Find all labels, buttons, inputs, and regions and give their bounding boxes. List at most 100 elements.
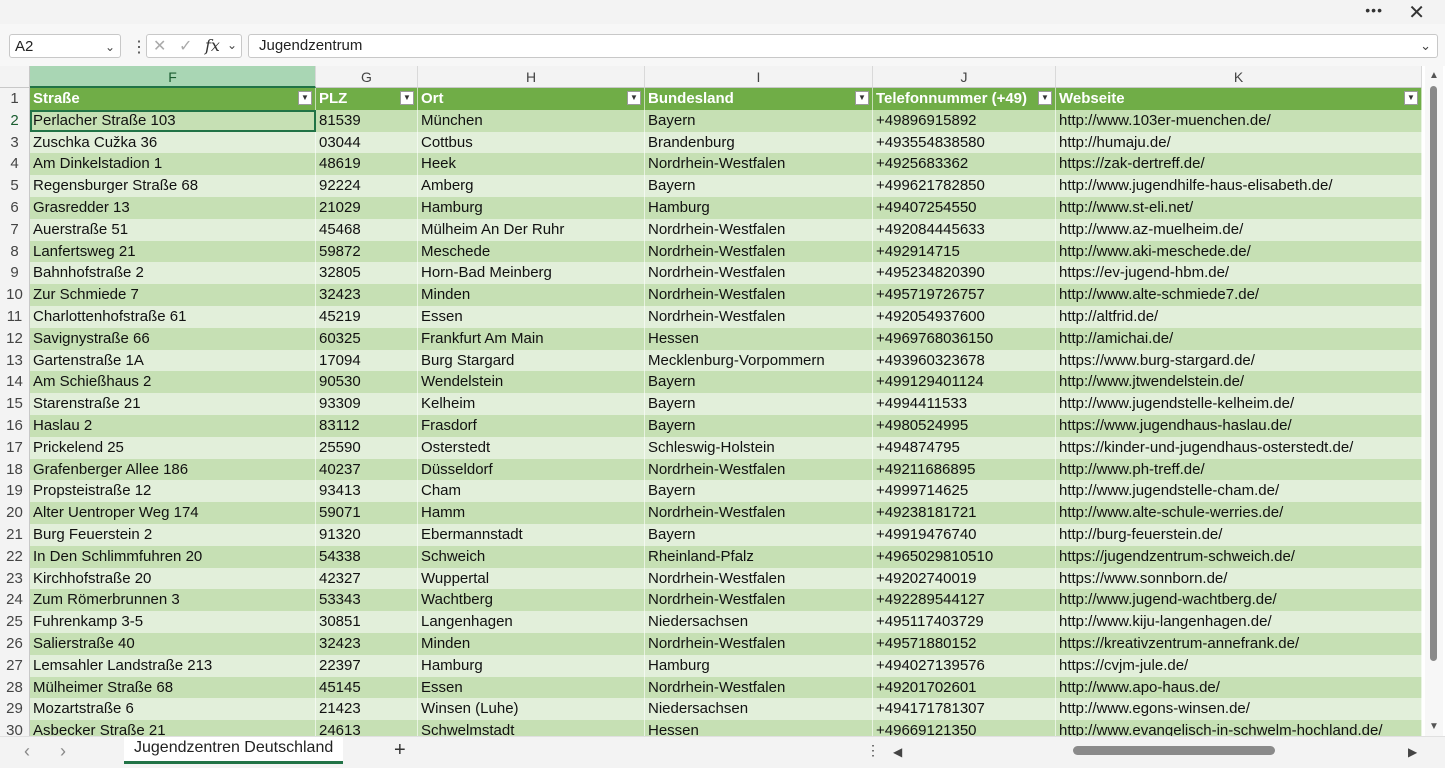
table-cell[interactable]: Hamburg [418, 654, 645, 677]
table-cell[interactable]: Am Schießhaus 2 [30, 371, 316, 394]
table-cell[interactable]: Rheinland-Pfalz [645, 545, 873, 568]
table-cell[interactable]: 59071 [316, 502, 418, 524]
table-cell[interactable]: Frasdorf [418, 415, 645, 437]
table-cell[interactable]: +499621782850 [873, 175, 1056, 197]
table-cell[interactable]: 32423 [316, 284, 418, 306]
table-cell[interactable]: +494171781307 [873, 698, 1056, 721]
table-cell[interactable]: 92224 [316, 175, 418, 197]
table-cell[interactable]: Zuschka Cužka 36 [30, 131, 316, 154]
table-cell[interactable]: Meschede [418, 240, 645, 263]
row-header[interactable]: 25 [0, 611, 30, 633]
table-cell[interactable]: Hamburg [418, 197, 645, 219]
table-cell[interactable]: https://kreativzentrum-annefrank.de/ [1056, 633, 1422, 655]
prev-sheet-icon[interactable]: ‹ [24, 741, 30, 762]
table-cell[interactable]: 48619 [316, 153, 418, 176]
table-cell[interactable]: Bayern [645, 175, 873, 197]
table-cell[interactable]: Charlottenhofstraße 61 [30, 306, 316, 328]
table-cell[interactable]: http://www.evangelisch-in-schwelm-hochla… [1056, 720, 1422, 736]
table-cell[interactable]: +492289544127 [873, 589, 1056, 612]
more-vertical-icon[interactable]: ⋮ [131, 37, 147, 57]
table-cell[interactable]: https://cvjm-jule.de/ [1056, 654, 1422, 677]
table-cell[interactable]: Mozartstraße 6 [30, 698, 316, 721]
table-cell[interactable]: Bahnhofstraße 2 [30, 262, 316, 285]
table-cell[interactable]: https://zak-dertreff.de/ [1056, 153, 1422, 176]
table-cell[interactable]: Ebermannstadt [418, 524, 645, 546]
column-header-k[interactable]: K [1056, 66, 1422, 88]
table-cell[interactable]: +493554838580 [873, 131, 1056, 154]
scroll-down-icon[interactable]: ▼ [1429, 721, 1439, 732]
table-cell[interactable]: Schwelmstadt [418, 720, 645, 736]
table-cell[interactable]: Minden [418, 284, 645, 306]
table-cell[interactable]: Nordrhein-Westfalen [645, 633, 873, 655]
table-cell[interactable]: +49211686895 [873, 458, 1056, 481]
row-header[interactable]: 24 [0, 589, 30, 612]
table-cell[interactable]: 60325 [316, 327, 418, 350]
table-cell[interactable]: +495117403729 [873, 611, 1056, 633]
table-cell[interactable]: Schleswig-Holstein [645, 436, 873, 459]
row-header[interactable]: 8 [0, 240, 30, 263]
column-header-g[interactable]: G [316, 66, 418, 88]
table-cell[interactable]: Alter Uentroper Weg 174 [30, 502, 316, 524]
table-cell[interactable]: Prickelend 25 [30, 436, 316, 459]
table-cell[interactable]: Regensburger Straße 68 [30, 175, 316, 197]
column-header-i[interactable]: I [645, 66, 873, 88]
cancel-icon[interactable]: ✕ [153, 36, 166, 56]
table-cell[interactable]: +4980524995 [873, 415, 1056, 437]
filter-dropdown-icon[interactable]: ▼ [1404, 91, 1418, 105]
table-cell[interactable]: +494027139576 [873, 654, 1056, 677]
table-cell[interactable]: 45145 [316, 676, 418, 699]
table-cell[interactable]: Savignystraße 66 [30, 327, 316, 350]
add-sheet-button[interactable]: + [394, 739, 406, 762]
table-cell[interactable]: Nordrhein-Westfalen [645, 502, 873, 524]
table-cell[interactable]: Nordrhein-Westfalen [645, 676, 873, 699]
table-cell[interactable]: Nordrhein-Westfalen [645, 153, 873, 176]
table-cell[interactable]: http://www.aki-meschede.de/ [1056, 240, 1422, 263]
table-cell[interactable]: Grasredder 13 [30, 197, 316, 219]
sheet-tab[interactable]: Jugendzentren Deutschland [124, 737, 344, 764]
row-header[interactable]: 7 [0, 218, 30, 241]
table-cell[interactable]: +492914715 [873, 240, 1056, 263]
table-cell[interactable]: Nordrhein-Westfalen [645, 262, 873, 285]
row-header[interactable]: 26 [0, 633, 30, 655]
row-header[interactable]: 4 [0, 153, 30, 176]
table-cell[interactable]: Niedersachsen [645, 611, 873, 633]
table-cell[interactable]: Perlacher Straße 103 [30, 109, 316, 132]
table-header-cell[interactable]: Bundesland ▼ [645, 88, 873, 110]
table-cell[interactable]: http://amichai.de/ [1056, 327, 1422, 350]
table-cell[interactable]: 91320 [316, 524, 418, 546]
vertical-scrollbar[interactable]: ▲ ▼ [1425, 66, 1443, 736]
row-header[interactable]: 23 [0, 567, 30, 590]
table-cell[interactable]: http://www.jtwendelstein.de/ [1056, 371, 1422, 394]
table-cell[interactable]: 30851 [316, 611, 418, 633]
table-cell[interactable]: https://www.sonnborn.de/ [1056, 567, 1422, 590]
table-cell[interactable]: http://www.kiju-langenhagen.de/ [1056, 611, 1422, 633]
table-cell[interactable]: +4969768036150 [873, 327, 1056, 350]
table-cell[interactable]: Amberg [418, 175, 645, 197]
table-cell[interactable]: Asbecker Straße 21 [30, 720, 316, 736]
table-cell[interactable]: 45468 [316, 218, 418, 241]
row-header[interactable]: 2 [0, 109, 30, 132]
row-header[interactable]: 21 [0, 524, 30, 546]
table-cell[interactable]: Bayern [645, 109, 873, 132]
table-cell[interactable]: Bayern [645, 393, 873, 415]
vertical-scroll-thumb[interactable] [1430, 86, 1437, 661]
table-cell[interactable]: +492054937600 [873, 306, 1056, 328]
table-cell[interactable]: http://www.az-muelheim.de/ [1056, 218, 1422, 241]
row-header[interactable]: 14 [0, 371, 30, 394]
table-cell[interactable]: Cham [418, 480, 645, 503]
table-header-cell[interactable]: Ort ▼ [418, 88, 645, 110]
table-cell[interactable]: 25590 [316, 436, 418, 459]
table-cell[interactable]: Nordrhein-Westfalen [645, 567, 873, 590]
row-header[interactable]: 20 [0, 502, 30, 524]
table-cell[interactable]: http://www.apo-haus.de/ [1056, 676, 1422, 699]
table-cell[interactable]: Mülheim An Der Ruhr [418, 218, 645, 241]
table-cell[interactable]: +494874795 [873, 436, 1056, 459]
table-cell[interactable]: Bayern [645, 415, 873, 437]
table-header-cell[interactable]: PLZ ▼ [316, 88, 418, 110]
row-header[interactable]: 5 [0, 175, 30, 197]
table-cell[interactable]: 21029 [316, 197, 418, 219]
table-cell[interactable]: 21423 [316, 698, 418, 721]
select-all-corner[interactable] [0, 66, 30, 88]
table-cell[interactable]: Brandenburg [645, 131, 873, 154]
table-cell[interactable]: +493960323678 [873, 349, 1056, 372]
